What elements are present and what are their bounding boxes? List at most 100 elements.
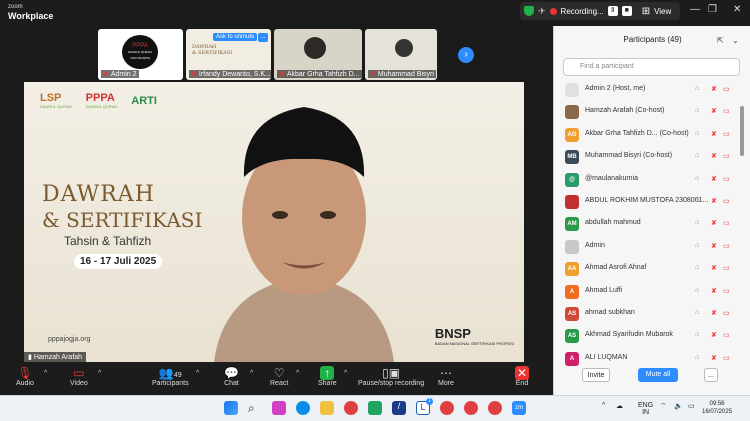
participant-row[interactable]: AG Akbar Grha Tahfizh D... (Co-host) ⌂ ✘ ▭ — [563, 126, 738, 142]
video-off-icon[interactable]: ▭ — [723, 107, 730, 115]
ask-to-unmute-button[interactable]: Ask to unmute — [213, 33, 258, 41]
stop-recording-button[interactable]: ■ — [621, 6, 632, 16]
participants-options-chevron[interactable]: ^ — [196, 370, 199, 377]
share-screen-icon[interactable]: ⌂ — [695, 354, 699, 361]
video-off-icon[interactable]: ▭ — [723, 309, 730, 317]
share-screen-icon[interactable]: ⌂ — [695, 309, 699, 316]
app-l-icon[interactable]: L1 — [416, 398, 433, 415]
share-button[interactable]: ↑ Share — [318, 366, 337, 387]
search-icon[interactable]: ⌕ — [248, 401, 262, 415]
participant-row[interactable]: Admin ⌂ ✘ ▭ — [563, 238, 738, 254]
video-off-icon[interactable]: ▭ — [723, 130, 730, 138]
share-screen-icon[interactable]: ⌂ — [695, 287, 699, 294]
thumbnail-tile[interactable]: DAWRAH & SERTIFIKASI Ask to unmute … ✘ Irf… — [186, 29, 271, 80]
wifi-icon[interactable]: ⌔ — [660, 402, 667, 411]
video-off-icon[interactable]: ▭ — [723, 175, 730, 183]
mic-muted-icon[interactable]: ✘ — [711, 309, 717, 317]
tray-chevron-icon[interactable]: ^ — [602, 402, 605, 409]
video-off-icon[interactable]: ▭ — [723, 264, 730, 272]
pause-recording-button[interactable]: Ⅱ — [607, 6, 618, 16]
restore-icon[interactable]: ❐ — [708, 4, 717, 15]
video-off-icon[interactable]: ▭ — [723, 354, 730, 362]
invite-button[interactable]: Invite — [582, 368, 610, 382]
participant-row[interactable]: A ALI LUQMAN ⌂ ✘ ▭ — [563, 350, 738, 366]
close-icon[interactable]: ✕ — [733, 4, 741, 15]
share-screen-icon[interactable]: ⌂ — [695, 264, 699, 271]
mic-muted-icon[interactable]: ✘ — [711, 152, 717, 160]
mic-muted-icon[interactable]: ✘ — [711, 130, 717, 138]
mic-muted-icon[interactable]: ✘ — [711, 107, 717, 115]
thumbnail-tile[interactable]: ✘ Muhammad Bisyri — [365, 29, 437, 80]
drive-icon[interactable] — [368, 401, 382, 415]
more-button[interactable]: ⋯ More — [438, 366, 454, 387]
more-options-icon[interactable]: … — [258, 33, 268, 42]
video-options-chevron[interactable]: ^ — [98, 370, 101, 377]
taskbar-clock[interactable]: 09:56 16/07/2025 — [702, 400, 732, 416]
chrome-icon[interactable] — [344, 401, 358, 415]
video-off-icon[interactable]: ▭ — [723, 242, 730, 250]
mic-muted-icon[interactable]: ✘ — [711, 287, 717, 295]
share-screen-icon[interactable]: ⌂ — [695, 152, 699, 159]
thumbnail-tile[interactable]: PPPA DAARUL QURAN YOGYAKARTA ✘ Admin 2 — [98, 29, 183, 80]
share-screen-icon[interactable]: ⌂ — [695, 175, 699, 182]
participant-row[interactable]: MB Muhammad Bisyri (Co-host) ⌂ ✘ ▭ — [563, 148, 738, 165]
share-screen-icon[interactable]: ⌂ — [695, 197, 699, 204]
participant-list-scrollbar[interactable] — [740, 106, 744, 156]
language-indicator[interactable]: ENG IN — [638, 402, 653, 416]
start-icon[interactable] — [224, 401, 238, 415]
mic-muted-icon[interactable]: ✘ — [711, 219, 717, 227]
chat-button[interactable]: 💬 Chat — [224, 366, 239, 387]
share-screen-icon[interactable]: ⌂ — [695, 130, 699, 137]
mic-muted-icon[interactable]: ✘ — [711, 331, 717, 339]
share-screen-icon[interactable]: ⌂ — [695, 107, 699, 114]
participant-row[interactable]: AM abdullah mahmud ⌂ ✘ ▭ — [563, 215, 738, 232]
chrome-icon[interactable] — [464, 401, 478, 415]
video-off-icon[interactable]: ▭ — [723, 219, 730, 227]
video-off-icon[interactable]: ▭ — [723, 152, 730, 160]
onedrive-icon[interactable]: ☁ — [616, 402, 623, 410]
minimize-icon[interactable]: — — [690, 4, 700, 15]
collapse-icon[interactable]: ⌄ — [732, 36, 739, 45]
share-screen-icon[interactable]: ⌂ — [695, 331, 699, 338]
popout-icon[interactable]: ⇱ — [717, 36, 724, 45]
participant-row[interactable]: Hamzah Arafah (Co-host) ⌂ ✘ ▭ — [563, 103, 738, 120]
chat-options-chevron[interactable]: ^ — [250, 370, 253, 377]
participant-row[interactable]: AA Ahmad Asrofi Ahnaf ⌂ ✘ ▭ — [563, 260, 738, 277]
copilot-icon[interactable] — [272, 401, 286, 415]
video-off-icon[interactable]: ▭ — [723, 287, 730, 295]
share-screen-icon[interactable]: ⌂ — [695, 219, 699, 226]
mic-muted-icon[interactable]: ✘ — [711, 242, 717, 250]
chrome-icon[interactable] — [440, 401, 454, 415]
battery-icon[interactable]: ▭ — [688, 402, 695, 410]
participant-row[interactable]: Admin 2 (Host, me) ⌂ ✘ ▭ — [563, 81, 738, 97]
mic-muted-icon[interactable]: ✘ — [711, 85, 717, 93]
end-button[interactable]: ✕ End — [515, 366, 529, 387]
file-explorer-icon[interactable] — [320, 401, 334, 415]
participant-row[interactable]: AS ahmad subkhan ⌂ ✘ ▭ — [563, 305, 738, 321]
audio-button[interactable]: 🎙 Audio — [16, 366, 34, 387]
edge-icon[interactable] — [296, 401, 310, 415]
share-screen-icon[interactable]: ⌂ — [695, 242, 699, 249]
zoom-icon[interactable]: zm — [512, 401, 526, 415]
share-options-chevron[interactable]: ^ — [344, 370, 347, 377]
video-off-icon[interactable]: ▭ — [723, 85, 730, 93]
video-off-icon[interactable]: ▭ — [723, 197, 730, 205]
video-off-icon[interactable]: ▭ — [723, 331, 730, 339]
share-screen-icon[interactable]: ⌂ — [695, 85, 699, 92]
record-button[interactable]: ▯▣ Pause/stop recording — [358, 366, 424, 387]
participant-row[interactable]: ABDUL ROKHIM MUSTOFA 2308001... ⌂ ✘ ▭ — [563, 193, 738, 209]
mic-muted-icon[interactable]: ✘ — [711, 264, 717, 272]
chrome-icon[interactable] — [488, 401, 502, 415]
participant-row[interactable]: @ @maulanakurnia ⌂ ✘ ▭ — [563, 171, 738, 187]
next-page-button[interactable]: › — [458, 47, 474, 63]
panel-more-button[interactable]: ... — [704, 368, 718, 382]
mute-all-button[interactable]: Mute all — [638, 368, 678, 382]
participant-row[interactable]: AS Akhmad Syarifudin Mubarok ⌂ ✘ ▭ — [563, 327, 738, 344]
react-button[interactable]: ♡ React — [270, 366, 288, 387]
view-button[interactable]: View — [654, 7, 671, 16]
audio-options-chevron[interactable]: ^ — [44, 370, 47, 377]
participants-button[interactable]: 👥49 Participants — [152, 366, 189, 387]
react-options-chevron[interactable]: ^ — [296, 370, 299, 377]
mic-muted-icon[interactable]: ✘ — [711, 354, 717, 362]
participant-search-input[interactable]: Find a participant — [563, 58, 740, 76]
